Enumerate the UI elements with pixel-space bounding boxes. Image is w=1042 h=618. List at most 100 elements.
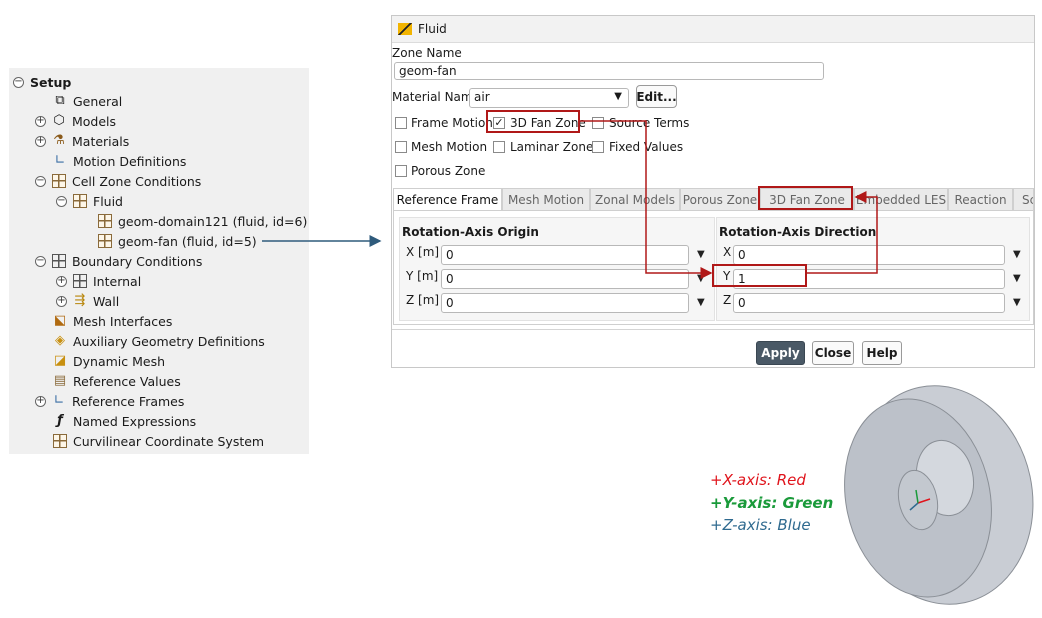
direction-x-label: X: [723, 245, 732, 259]
fluent-app-icon: [398, 23, 412, 35]
direction-x-input[interactable]: 0: [733, 245, 1005, 265]
tab-sc-truncated[interactable]: Sc: [1013, 188, 1034, 210]
highlight-3d-fan-zone-checkbox: [486, 110, 580, 133]
tab-mesh-motion[interactable]: Mesh Motion: [502, 188, 590, 210]
origin-y-input[interactable]: 0: [441, 269, 689, 289]
motion-axes-icon: ∟: [54, 153, 66, 168]
edit-material-button[interactable]: Edit...: [636, 85, 677, 108]
porous-zone-label: Porous Zone: [411, 164, 486, 178]
tree-item-curvilinear-coordinate-system[interactable]: Curvilinear Coordinate System: [53, 431, 264, 451]
origin-z-dropdown-icon[interactable]: ▼: [697, 297, 705, 308]
zone-name-input[interactable]: geom-fan: [394, 62, 824, 80]
fluid-grid-icon: [73, 194, 87, 208]
tab-reaction[interactable]: Reaction: [948, 188, 1013, 210]
zone-grid-icon: [98, 234, 112, 248]
reference-frames-axes-icon: ∟: [53, 393, 65, 408]
collapse-icon[interactable]: −: [56, 195, 67, 207]
tree-item-label: Fluid: [93, 193, 123, 209]
material-name-label: Material Name: [392, 90, 480, 104]
models-cube-icon: ⬡: [53, 113, 65, 128]
tab-reference-frame[interactable]: Reference Frame: [393, 188, 502, 210]
tree-item-cell-zone-conditions[interactable]: − Cell Zone Conditions: [35, 171, 201, 191]
tree-item-wall[interactable]: + ⇶ Wall: [56, 291, 119, 311]
mesh-motion-checkbox[interactable]: [395, 141, 407, 153]
laminar-zone-checkbox[interactable]: [493, 141, 505, 153]
tree-item-label: Reference Frames: [72, 393, 185, 409]
direction-z-dropdown-icon[interactable]: ▼: [1013, 297, 1021, 308]
tree-item-label: Named Expressions: [73, 413, 197, 429]
origin-y-dropdown-icon[interactable]: ▼: [697, 273, 705, 284]
material-name-value: air: [474, 90, 490, 104]
rotation-axis-origin-group: Rotation-Axis Origin X [m] 0 ▼ Y [m] 0 ▼…: [399, 217, 715, 321]
direction-y-dropdown-icon[interactable]: ▼: [1013, 273, 1021, 284]
tree-item-reference-frames[interactable]: + ∟ Reference Frames: [35, 391, 184, 411]
collapse-icon[interactable]: −: [13, 76, 24, 88]
tree-item-mesh-interfaces[interactable]: ⬕ Mesh Interfaces: [53, 311, 173, 331]
porous-zone-checkbox[interactable]: [395, 165, 407, 177]
tree-item-label: Mesh Interfaces: [73, 313, 173, 329]
mesh-motion-label: Mesh Motion: [411, 140, 488, 154]
expand-icon[interactable]: +: [35, 115, 46, 127]
general-settings-icon: ⧉: [55, 93, 65, 108]
apply-button[interactable]: Apply: [756, 341, 805, 365]
collapse-icon[interactable]: −: [35, 175, 46, 187]
tree-item-label: geom-fan (fluid, id=5): [118, 233, 257, 249]
direction-z-label: Z: [723, 293, 732, 307]
fixed-values-checkbox[interactable]: [592, 141, 604, 153]
tree-item-setup[interactable]: − Setup: [13, 72, 71, 92]
tree-item-label: Materials: [72, 133, 130, 149]
tree-item-dynamic-mesh[interactable]: ◪ Dynamic Mesh: [53, 351, 165, 371]
zone-name-label: Zone Name: [392, 46, 462, 60]
laminar-zone-label: Laminar Zone: [510, 140, 594, 154]
expand-icon[interactable]: +: [35, 395, 46, 407]
direction-x-dropdown-icon[interactable]: ▼: [1013, 249, 1021, 260]
materials-flask-icon: ⚗: [53, 133, 65, 148]
frame-motion-checkbox[interactable]: [395, 117, 407, 129]
wall-arrows-icon: ⇶: [74, 293, 86, 308]
expand-icon[interactable]: +: [35, 135, 46, 147]
tree-item-label: Curvilinear Coordinate System: [73, 433, 265, 449]
origin-x-input[interactable]: 0: [441, 245, 689, 265]
expand-icon[interactable]: +: [56, 295, 67, 307]
origin-x-dropdown-icon[interactable]: ▼: [697, 249, 705, 260]
dialog-title: Fluid: [418, 22, 447, 36]
source-terms-checkbox[interactable]: [592, 117, 604, 129]
tree-item-materials[interactable]: + ⚗ Materials: [35, 131, 129, 151]
tree-item-geom-fan[interactable]: geom-fan (fluid, id=5): [98, 231, 257, 251]
tree-item-geom-domain121[interactable]: geom-domain121 (fluid, id=6): [98, 211, 307, 231]
tree-item-fluid[interactable]: − Fluid: [56, 191, 123, 211]
boundary-grid-icon: [52, 254, 66, 268]
origin-z-input[interactable]: 0: [441, 293, 689, 313]
tree-item-named-expressions[interactable]: ƒ Named Expressions: [53, 411, 196, 431]
tab-porous-zone[interactable]: Porous Zone: [680, 188, 760, 210]
tree-item-label: Models: [72, 113, 117, 129]
help-button[interactable]: Help: [862, 341, 902, 365]
expand-icon[interactable]: +: [56, 275, 67, 287]
outline-tree-panel: − Setup ⧉ General + ⬡ Models + ⚗ Materia…: [9, 68, 309, 454]
tree-item-reference-values[interactable]: ▤ Reference Values: [53, 371, 181, 391]
reference-values-clipboard-icon: ▤: [53, 373, 67, 388]
tab-embedded-les[interactable]: Embedded LES: [854, 188, 948, 210]
origin-x-label: X [m]: [406, 245, 440, 259]
tree-item-label: Wall: [93, 293, 120, 309]
footer-divider: [392, 329, 1034, 330]
tree-item-auxiliary-geometry-definitions[interactable]: ◈ Auxiliary Geometry Definitions: [53, 331, 265, 351]
z-axis-legend: +Z-axis: Blue: [710, 516, 811, 534]
tree-item-internal[interactable]: + Internal: [56, 271, 141, 291]
rotation-axis-direction-heading: Rotation-Axis Direction: [719, 225, 877, 239]
material-name-select[interactable]: air ▼: [469, 88, 629, 108]
chevron-down-icon: ▼: [614, 91, 622, 102]
collapse-icon[interactable]: −: [35, 255, 46, 267]
tab-zonal-models[interactable]: Zonal Models: [590, 188, 680, 210]
direction-z-input[interactable]: 0: [733, 293, 1005, 313]
y-axis-triad-line: [915, 489, 919, 504]
y-axis-legend: +Y-axis: Green: [710, 494, 834, 512]
source-terms-label: Source Terms: [609, 116, 690, 130]
tree-item-models[interactable]: + ⬡ Models: [35, 111, 116, 131]
close-button[interactable]: Close: [812, 341, 854, 365]
tree-item-motion-definitions[interactable]: ∟ Motion Definitions: [53, 151, 187, 171]
tree-item-label: Setup: [30, 74, 72, 90]
tree-item-general[interactable]: ⧉ General: [53, 91, 122, 111]
origin-y-label: Y [m]: [406, 269, 439, 283]
tree-item-boundary-conditions[interactable]: − Boundary Conditions: [35, 251, 202, 271]
